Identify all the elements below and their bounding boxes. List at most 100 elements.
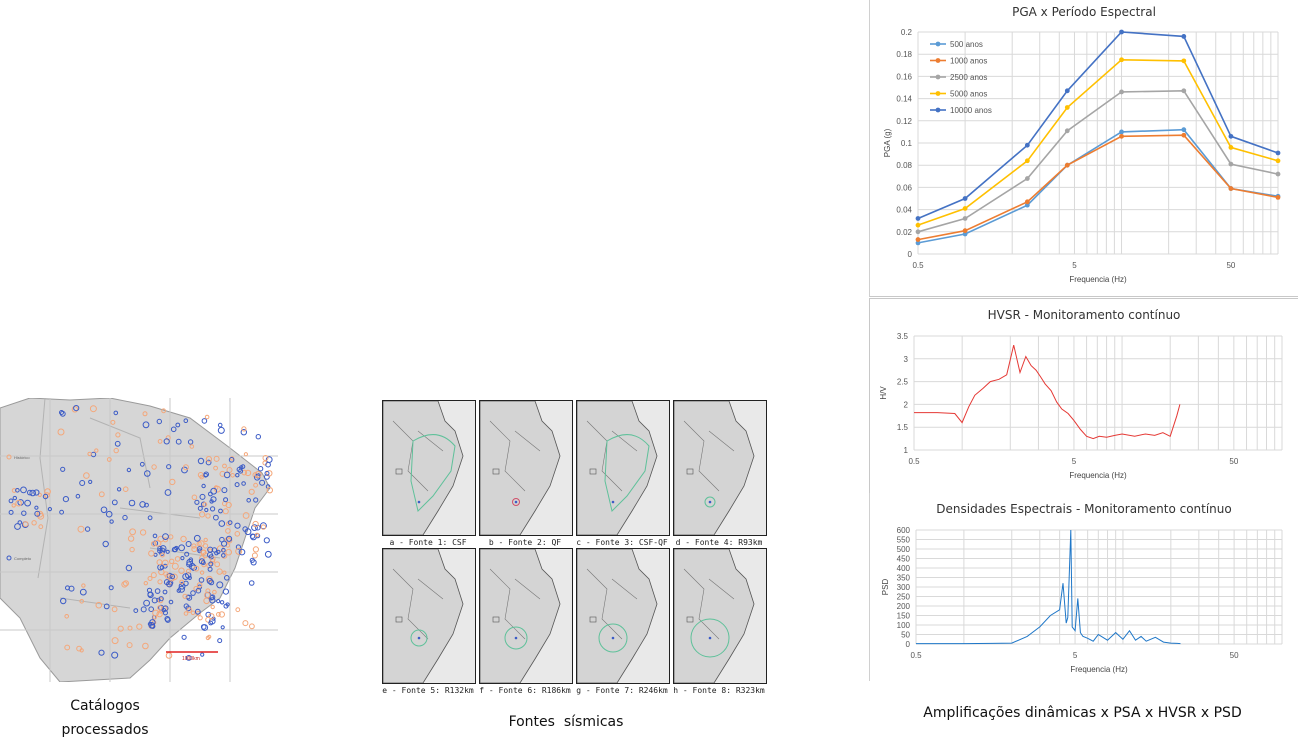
data-point: [1181, 88, 1187, 94]
y-tick-label: 250: [897, 593, 911, 602]
y-tick-label: 150: [897, 612, 911, 621]
y-tick-label: 500: [897, 545, 911, 554]
source-map-svg: [577, 401, 669, 535]
y-tick-label: 0: [908, 250, 913, 259]
data-point: [1181, 34, 1187, 39]
source-map-svg: [674, 549, 766, 683]
data-point: [1024, 199, 1030, 205]
source-tile: [382, 548, 476, 684]
data-point: [1064, 105, 1070, 110]
data-point: [1228, 145, 1234, 150]
x-tick-label: 50: [1230, 651, 1239, 660]
epicenter-marker: [611, 636, 615, 640]
y-axis-label: PGA (g): [883, 128, 892, 157]
y-tick-label: 550: [897, 536, 911, 545]
y-axis-label: PSD: [881, 579, 890, 596]
series-line: [917, 58, 1279, 226]
source-map-svg: [577, 549, 669, 683]
y-tick-label: 300: [897, 583, 911, 592]
chart-title: Densidades Espectrais - Monitoramento co…: [936, 502, 1231, 516]
source-tile-label: b - Fonte 2: QF: [488, 538, 562, 547]
data-point: [1228, 133, 1234, 139]
data-point: [1181, 132, 1187, 138]
x-axis-label: Frequencia (Hz): [1069, 471, 1127, 480]
legend-label: 10000 anos: [950, 106, 992, 115]
legend-marker: [935, 41, 941, 47]
x-tick-label: 50: [1226, 261, 1235, 270]
x-tick-label: 50: [1229, 457, 1238, 466]
data-point: [915, 222, 921, 228]
y-tick-label: 1: [904, 446, 909, 455]
source-map-svg: [383, 549, 475, 683]
legend-marker: [935, 91, 941, 96]
source-tile: [479, 548, 573, 684]
catalog-map-svg: Histórico Completo 1000km: [0, 397, 278, 683]
source-tile-label: g - Fonte 7: R246km: [576, 686, 668, 695]
chart-title: HVSR - Monitoramento contínuo: [988, 308, 1181, 322]
data-point: [1119, 29, 1124, 35]
x-tick-label: 0.5: [912, 261, 924, 270]
source-tile: [673, 548, 767, 684]
data-point: [915, 237, 921, 242]
y-tick-label: 3: [904, 355, 909, 364]
data-point: [1024, 158, 1030, 164]
source-tile-label: d - Fonte 4: R93km: [675, 538, 763, 547]
y-tick-label: 2: [904, 400, 909, 409]
catalogs-caption-line2: processados: [61, 722, 149, 738]
source-tile: [576, 548, 670, 684]
epicenter-marker: [417, 500, 421, 504]
seismic-sources-caption: Fontes sísmicas: [508, 714, 624, 730]
legend-marker: [935, 58, 941, 63]
data-point: [1275, 171, 1281, 177]
data-point: [1181, 127, 1187, 133]
legend-label: 500 anos: [950, 40, 983, 49]
y-tick-label: 200: [897, 602, 911, 611]
data-point: [1064, 162, 1070, 168]
catalogs-caption: Catálogos processados: [30, 694, 180, 742]
series-line: [917, 128, 1279, 244]
data-point: [962, 206, 968, 211]
y-tick-label: 400: [897, 564, 911, 573]
x-tick-label: 5: [1073, 651, 1078, 660]
data-point: [962, 196, 968, 201]
source-map-svg: [480, 549, 572, 683]
y-tick-label: 3.5: [897, 332, 909, 341]
legend-label: 5000 anos: [950, 90, 987, 99]
data-point: [962, 228, 968, 234]
data-point: [1064, 88, 1070, 94]
data-point: [1228, 161, 1234, 167]
y-tick-label: 100: [897, 621, 911, 630]
data-point: [915, 216, 921, 221]
svg-text:1000km: 1000km: [182, 656, 200, 662]
source-tile-label: h - Fonte 8: R323km: [673, 686, 765, 695]
data-point: [1275, 150, 1281, 156]
source-tile-label: a - Fonte 1: CSF: [389, 538, 467, 547]
epicenter-marker: [514, 500, 518, 504]
y-tick-label: 0.08: [896, 161, 912, 170]
data-point: [1119, 133, 1124, 139]
data-point: [1275, 158, 1281, 164]
source-tile: [479, 400, 573, 536]
y-tick-label: 0.02: [896, 228, 912, 237]
legend-marker: [935, 74, 941, 80]
y-axis-label: H/V: [879, 386, 888, 400]
epicenter-marker: [514, 636, 518, 640]
legend-label: 1000 anos: [950, 57, 987, 66]
data-point: [1119, 57, 1124, 63]
pga-chart-panel: PGA x Período Espectral 0 0.02 0.04 0.06 0.08…: [869, 0, 1298, 297]
legend-label: 2500 anos: [950, 73, 987, 82]
epicenter-marker: [708, 500, 712, 504]
y-tick-label: 1.5: [897, 423, 909, 432]
x-tick-label: 5: [1072, 457, 1077, 466]
source-map-svg: [383, 401, 475, 535]
data-point: [1228, 186, 1234, 191]
epicenter-marker: [708, 636, 712, 640]
x-tick-label: 5: [1072, 261, 1077, 270]
epicenter-marker: [611, 500, 615, 504]
y-tick-label: 0.14: [896, 95, 912, 104]
source-tile: [382, 400, 476, 536]
hvsr-chart: HVSR - Monitoramento contínuo 1 1.5 2 2.5 3 3.…: [879, 308, 1283, 480]
epicenter-marker: [417, 636, 421, 640]
source-tile-label: c - Fonte 3: CSF-QF: [576, 538, 668, 547]
catalogs-caption-line1: Catálogos: [70, 698, 140, 714]
